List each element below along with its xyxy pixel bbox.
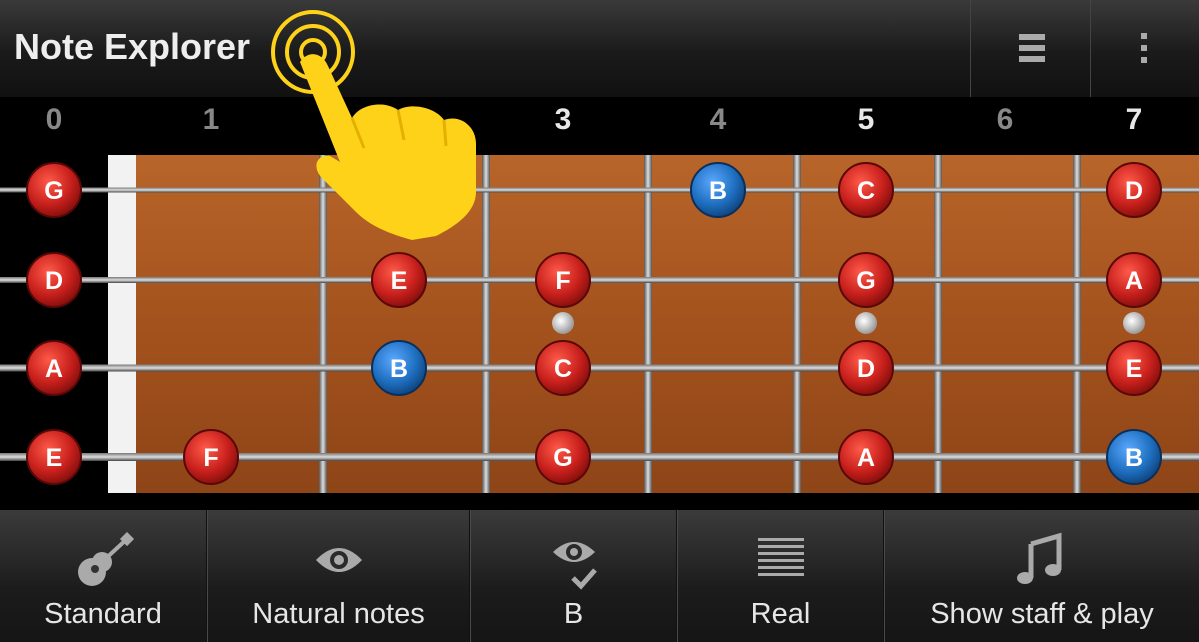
- eye-check-icon: [552, 542, 597, 590]
- note-label: B: [1125, 444, 1143, 472]
- note-label: F: [203, 444, 218, 472]
- note-label: E: [1126, 355, 1143, 383]
- guitar-icon: [78, 532, 135, 586]
- note-label: B: [709, 177, 727, 205]
- fret-number-3: 3: [554, 103, 572, 136]
- fret-wire: [793, 155, 801, 493]
- note-label: E: [391, 267, 408, 295]
- fret-note-marker[interactable]: D: [838, 340, 894, 396]
- fret-note-marker[interactable]: F: [183, 429, 239, 485]
- fret-inlay-dot: [1123, 312, 1145, 334]
- string-A[interactable]: [0, 364, 1199, 372]
- tap-hand-icon: [271, 10, 476, 240]
- note-label: F: [555, 267, 570, 295]
- fret-wire: [1073, 155, 1081, 493]
- fret-wire: [934, 155, 942, 493]
- real-label: Real: [750, 598, 811, 630]
- note-label: E: [46, 444, 63, 472]
- overflow-menu-button[interactable]: [1090, 0, 1199, 97]
- string-E[interactable]: [0, 453, 1199, 461]
- bottom-bar: Standard Natural notes B Real Show staff…: [0, 510, 1199, 642]
- fret-note-marker[interactable]: F: [535, 252, 591, 308]
- fret-number-7: 7: [1125, 103, 1143, 136]
- fret-note-marker[interactable]: C: [838, 162, 894, 218]
- fret-note-marker[interactable]: B: [1106, 429, 1162, 485]
- fret-note-marker[interactable]: B: [690, 162, 746, 218]
- staff-lines-icon: [757, 538, 804, 576]
- fret-note-marker[interactable]: G: [838, 252, 894, 308]
- note-label: A: [857, 444, 875, 472]
- fret-number-4: 4: [709, 103, 727, 136]
- fret-inlay-dot: [855, 312, 877, 334]
- fret-note-marker[interactable]: A: [838, 429, 894, 485]
- highlight-note-label: B: [563, 598, 584, 630]
- list-icon: [1019, 34, 1045, 62]
- list-button[interactable]: [970, 0, 1091, 97]
- fret-note-marker[interactable]: C: [535, 340, 591, 396]
- fret-note-marker[interactable]: A: [1106, 252, 1162, 308]
- show-staff-play-label: Show staff & play: [930, 598, 1154, 630]
- note-label: C: [857, 177, 875, 205]
- string-D[interactable]: [0, 277, 1199, 283]
- overflow-menu-icon: [1141, 33, 1147, 63]
- show-staff-play-button[interactable]: Show staff & play: [883, 510, 1199, 642]
- natural-notes-label: Natural notes: [252, 598, 425, 630]
- note-label: C: [554, 355, 572, 383]
- fret-number-5: 5: [857, 103, 875, 136]
- fret-note-marker[interactable]: G: [535, 429, 591, 485]
- highlight-note-button[interactable]: B: [469, 510, 677, 642]
- note-label: D: [857, 355, 875, 383]
- real-button[interactable]: Real: [676, 510, 884, 642]
- eye-icon: [315, 548, 362, 572]
- tuning-label: Standard: [44, 598, 162, 630]
- fret-note-marker[interactable]: E: [371, 252, 427, 308]
- open-string-note[interactable]: D: [26, 252, 82, 308]
- open-string-note[interactable]: A: [26, 340, 82, 396]
- fret-note-marker[interactable]: D: [1106, 162, 1162, 218]
- open-string-note[interactable]: E: [26, 429, 82, 485]
- note-label: B: [390, 355, 408, 383]
- natural-notes-button[interactable]: Natural notes: [206, 510, 470, 642]
- fret-number-6: 6: [996, 103, 1014, 136]
- fret-note-marker[interactable]: E: [1106, 340, 1162, 396]
- note-label: D: [1125, 177, 1143, 205]
- music-note-icon: [1017, 532, 1062, 584]
- note-label: D: [45, 267, 63, 295]
- note-label: A: [45, 355, 63, 383]
- fret-wire: [644, 155, 652, 493]
- tuning-button[interactable]: Standard: [0, 510, 206, 642]
- fret-inlay-dot: [552, 312, 574, 334]
- note-label: G: [553, 444, 572, 472]
- note-label: A: [1125, 267, 1143, 295]
- fret-note-marker[interactable]: B: [371, 340, 427, 396]
- note-label: G: [856, 267, 875, 295]
